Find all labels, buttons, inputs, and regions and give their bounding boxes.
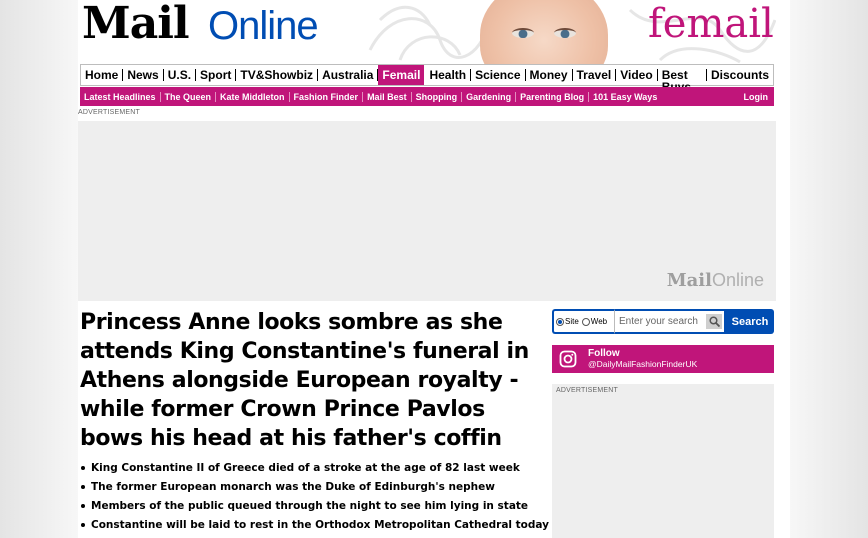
- subnav-item-shopping[interactable]: Shopping: [412, 91, 463, 102]
- nav-item-sport[interactable]: Sport: [196, 69, 237, 81]
- nav-item-australia[interactable]: Australia: [318, 69, 379, 81]
- mail-logo[interactable]: Mail: [82, 0, 190, 48]
- instagram-follow-button[interactable]: Follow @DailyMailFashionFinderUK: [552, 345, 774, 373]
- nav-item-home[interactable]: Home: [81, 69, 124, 81]
- follow-handle: @DailyMailFashionFinderUK: [588, 359, 698, 369]
- primary-nav: Home News U.S. Sport TV&Showbiz Australi…: [80, 64, 774, 93]
- nav-item-health[interactable]: Health: [425, 69, 472, 81]
- bullet-item: King Constantine II of Greece died of a …: [80, 459, 530, 478]
- femail-logo[interactable]: femail: [648, 2, 774, 46]
- advertisement-label: ADVERTISEMENT: [556, 387, 618, 394]
- online-logo[interactable]: Online: [208, 4, 319, 48]
- search-box: Site Web Enter your search Search: [552, 309, 774, 334]
- nav-item-discounts[interactable]: Discounts: [707, 69, 773, 81]
- ad-mailonline-logo: MailOnline: [667, 270, 764, 291]
- subnav-item-101-easy-ways[interactable]: 101 Easy Ways: [589, 92, 661, 102]
- masthead: Mail Online femail: [78, 0, 776, 64]
- subnav-item-the-queen[interactable]: The Queen: [161, 91, 217, 102]
- subnav-item-latest-headlines[interactable]: Latest Headlines: [80, 91, 161, 102]
- ad-logo-mail: Mail: [666, 270, 712, 291]
- article-bullets: King Constantine II of Greece died of a …: [80, 459, 549, 535]
- nav-item-tvshowbiz[interactable]: TV&Showbiz: [236, 69, 319, 81]
- nav-item-best-buys[interactable]: Best Buys: [658, 69, 707, 93]
- article-headline[interactable]: Princess Anne looks sombre as she attend…: [80, 308, 532, 453]
- search-placeholder: Enter your search: [619, 316, 698, 327]
- nav-item-video[interactable]: Video: [616, 69, 658, 81]
- nav-item-news[interactable]: News: [123, 69, 164, 81]
- bullet-item: The former European monarch was the Duke…: [80, 478, 530, 497]
- ad-logo-online: Online: [711, 270, 764, 290]
- secondary-nav: Latest Headlines The Queen Kate Middleto…: [80, 87, 774, 106]
- nav-item-femail[interactable]: Femail: [378, 65, 425, 85]
- advertisement-sidebar[interactable]: ADVERTISEMENT: [552, 384, 774, 538]
- search-input[interactable]: Enter your search: [614, 309, 726, 334]
- page-background-right: [790, 0, 868, 538]
- follow-label: Follow: [588, 348, 620, 359]
- bullet-item: Constantine will be laid to rest in the …: [80, 516, 549, 535]
- eye-shape: [512, 28, 534, 38]
- search-web-label: Web: [590, 317, 608, 326]
- login-link[interactable]: Login: [744, 92, 775, 102]
- search-button[interactable]: Search: [726, 309, 774, 334]
- model-face-image: [480, 0, 608, 64]
- page-background-left: [0, 0, 78, 538]
- nav-item-travel[interactable]: Travel: [573, 69, 617, 81]
- instagram-icon: [554, 345, 582, 373]
- search-site-label: Site: [565, 317, 579, 326]
- page: Mail Online femail Home News U.S. Sport …: [78, 0, 776, 538]
- bullet-item: Members of the public queued through the…: [80, 497, 530, 516]
- search-site-radio[interactable]: [556, 317, 564, 326]
- subnav-item-gardening[interactable]: Gardening: [462, 91, 517, 102]
- subnav-item-fashion-finder[interactable]: Fashion Finder: [290, 91, 364, 102]
- subnav-item-kate-middleton[interactable]: Kate Middleton: [216, 91, 290, 102]
- nav-item-money[interactable]: Money: [526, 69, 573, 81]
- search-icon[interactable]: [706, 314, 722, 329]
- follow-text: Follow @DailyMailFashionFinderUK: [588, 348, 697, 370]
- eye-shape: [554, 28, 576, 38]
- search-web-radio[interactable]: [581, 317, 590, 326]
- search-scope: Site Web: [552, 309, 614, 334]
- nav-item-science[interactable]: Science: [471, 69, 526, 81]
- subnav-item-mail-best[interactable]: Mail Best: [363, 91, 412, 102]
- advertisement-label: ADVERTISEMENT: [78, 109, 140, 116]
- subnav-item-parenting-blog[interactable]: Parenting Blog: [516, 91, 590, 102]
- advertisement-banner[interactable]: MailOnline: [78, 121, 776, 301]
- nav-item-us[interactable]: U.S.: [164, 69, 197, 81]
